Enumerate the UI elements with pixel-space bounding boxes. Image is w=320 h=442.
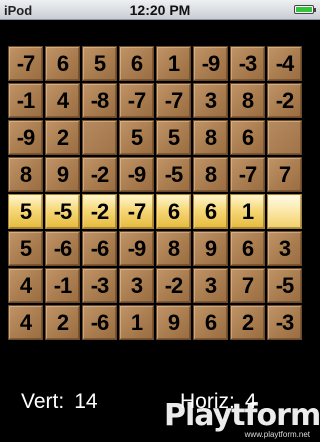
board-cell[interactable]: 6 — [193, 305, 228, 340]
board-cell[interactable]: 4 — [45, 83, 80, 118]
board-cell[interactable]: 2 — [45, 120, 80, 155]
board-cell[interactable]: -5 — [267, 268, 302, 303]
board-cell[interactable]: -3 — [82, 268, 117, 303]
board-cell[interactable]: -2 — [82, 194, 117, 229]
horiz-score: Horiz: 4 — [180, 390, 257, 414]
board-cell[interactable]: 1 — [119, 305, 154, 340]
vert-score-value: 14 — [74, 390, 98, 413]
board-cell[interactable]: 9 — [156, 305, 191, 340]
board-cell[interactable]: 8 — [156, 231, 191, 266]
board-cell[interactable]: -2 — [82, 157, 117, 192]
board-cell[interactable]: 6 — [193, 194, 228, 229]
board-cell[interactable]: 3 — [267, 231, 302, 266]
board-cell[interactable]: 8 — [193, 157, 228, 192]
board-cell[interactable]: -7 — [230, 157, 265, 192]
board-cell[interactable]: 5 — [119, 120, 154, 155]
board-cell[interactable]: -2 — [267, 83, 302, 118]
board-cell[interactable]: -3 — [230, 46, 265, 81]
horiz-score-value: 4 — [244, 390, 257, 413]
board-cell[interactable]: 3 — [193, 83, 228, 118]
board-cell[interactable]: -5 — [156, 157, 191, 192]
board-cell[interactable]: 9 — [45, 157, 80, 192]
board-cell[interactable]: 2 — [45, 305, 80, 340]
board-cell[interactable]: -7 — [156, 83, 191, 118]
board-cell[interactable]: 5 — [8, 194, 43, 229]
board-cell[interactable]: -3 — [267, 305, 302, 340]
board-cell[interactable]: 6 — [230, 231, 265, 266]
board-cell[interactable]: -1 — [8, 83, 43, 118]
board-cell[interactable]: -6 — [82, 305, 117, 340]
board-cell[interactable]: 4 — [8, 305, 43, 340]
board-cell[interactable]: 8 — [8, 157, 43, 192]
board-cell[interactable]: -6 — [45, 231, 80, 266]
board-cell[interactable]: 6 — [45, 46, 80, 81]
board-cell[interactable]: -9 — [193, 46, 228, 81]
board-cell[interactable]: -8 — [82, 83, 117, 118]
board-cell[interactable]: 5 — [82, 46, 117, 81]
board-cell[interactable]: 3 — [119, 268, 154, 303]
board-cell[interactable]: -1 — [45, 268, 80, 303]
board-cell[interactable]: -9 — [119, 231, 154, 266]
board-cell[interactable]: 1 — [156, 46, 191, 81]
board-cell[interactable] — [267, 120, 302, 155]
board-cell[interactable]: 6 — [230, 120, 265, 155]
vert-score: Vert: 14 — [21, 390, 98, 414]
board-cell[interactable]: 8 — [230, 83, 265, 118]
battery-icon — [294, 5, 316, 14]
board-cell[interactable]: 7 — [230, 268, 265, 303]
board-cell[interactable]: 1 — [230, 194, 265, 229]
battery-level — [296, 7, 312, 12]
board-cell[interactable]: 3 — [193, 268, 228, 303]
board-cell[interactable]: -9 — [8, 120, 43, 155]
board-cell[interactable]: 5 — [8, 231, 43, 266]
board-cell[interactable]: 6 — [156, 194, 191, 229]
horiz-score-label: Horiz: — [180, 390, 235, 413]
watermark-url: www.playtform.net — [244, 430, 310, 439]
board-cell[interactable]: 5 — [156, 120, 191, 155]
status-bar: iPod 12:20 PM — [0, 0, 320, 20]
board-cell[interactable]: 9 — [193, 231, 228, 266]
board-cell[interactable]: 8 — [193, 120, 228, 155]
board-cell[interactable]: -7 — [119, 83, 154, 118]
vert-score-label: Vert: — [21, 390, 65, 413]
board-cell[interactable]: -9 — [119, 157, 154, 192]
board-cell[interactable]: -7 — [8, 46, 43, 81]
game-board: -7 6 5 6 1 -9 -3 -4 -1 4 -8 -7 -7 3 8 -2 -9 2 5 5 8 6 8 9 -2 -9 -5… — [8, 46, 302, 340]
board-cell[interactable]: 7 — [267, 157, 302, 192]
board-cell[interactable]: 4 — [8, 268, 43, 303]
board-cell[interactable] — [267, 194, 302, 229]
board-cell[interactable]: -6 — [82, 231, 117, 266]
board-cell[interactable]: -2 — [156, 268, 191, 303]
board-cell[interactable]: -4 — [267, 46, 302, 81]
status-time: 12:20 PM — [129, 2, 191, 18]
board-cell[interactable]: -7 — [119, 194, 154, 229]
board-cell[interactable]: 2 — [230, 305, 265, 340]
board-cell[interactable] — [82, 120, 117, 155]
board-cell[interactable]: -5 — [45, 194, 80, 229]
board-cell[interactable]: 6 — [119, 46, 154, 81]
